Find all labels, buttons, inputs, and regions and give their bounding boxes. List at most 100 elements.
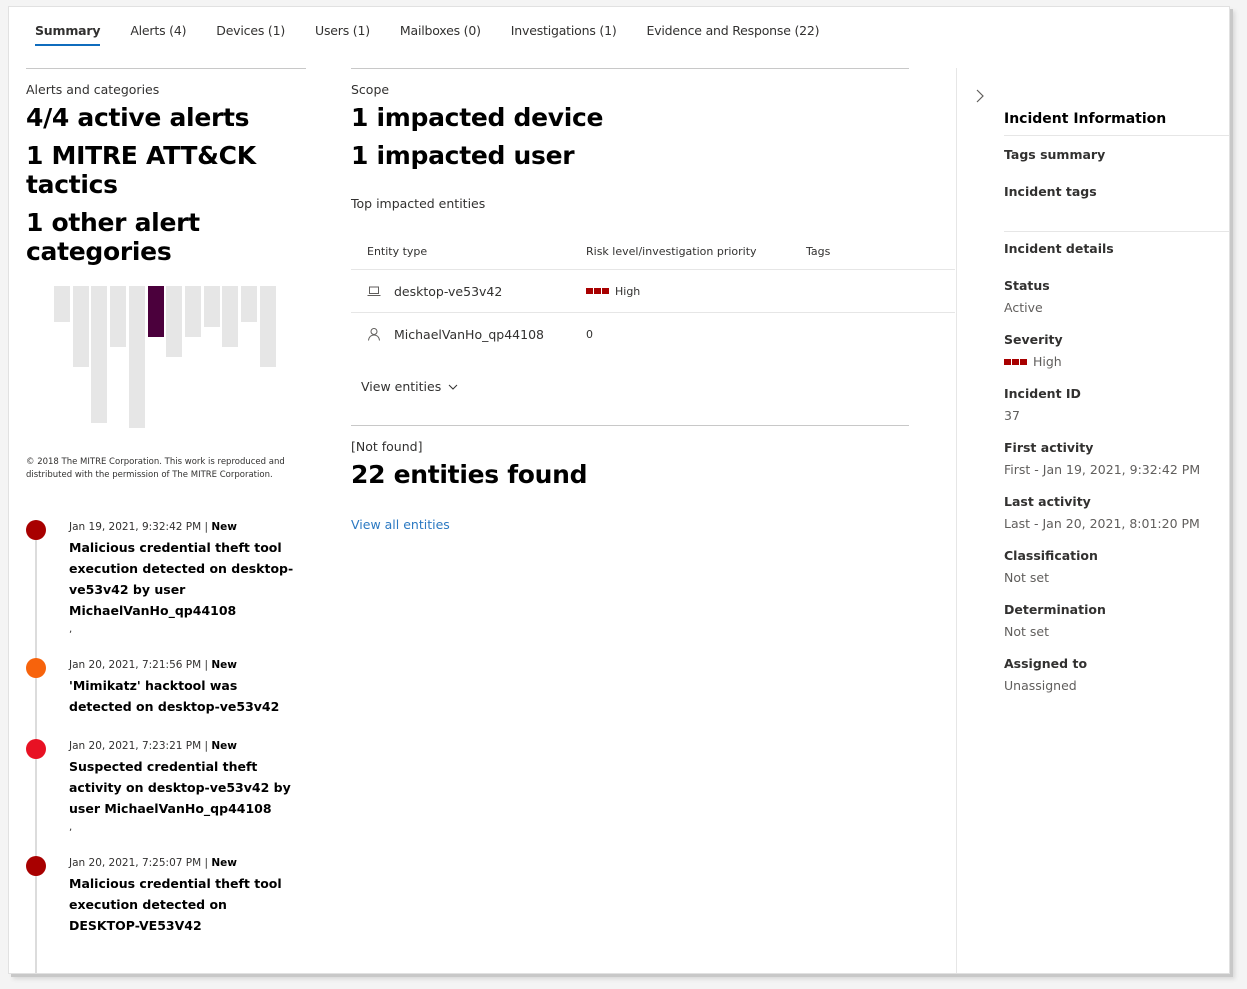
evidence-status: [Not found] bbox=[351, 439, 423, 454]
field-label: Severity bbox=[1004, 332, 1063, 347]
other-categories-count: 1 other alert categories bbox=[26, 208, 200, 266]
tab-investigations[interactable]: Investigations (1) bbox=[511, 15, 617, 50]
tab-alerts[interactable]: Alerts (4) bbox=[130, 15, 186, 50]
classification-value: Not set bbox=[1004, 570, 1049, 585]
incident-id-value: 37 bbox=[1004, 408, 1020, 423]
column-header-risk-level[interactable]: Risk level/investigation priority bbox=[586, 245, 806, 258]
timeline-alert[interactable]: Jan 20, 2021, 7:25:07 PM | New Malicious … bbox=[26, 856, 306, 936]
alert-severity-dot-icon bbox=[26, 856, 46, 876]
field-assigned-to: Assigned to Unassigned bbox=[1004, 656, 1229, 693]
alert-status: New bbox=[211, 857, 237, 869]
alert-title[interactable]: 'Mimikatz' hacktool was detected on desk… bbox=[69, 675, 299, 717]
timeline-alert[interactable]: Jan 20, 2021, 7:23:21 PM | New Suspected … bbox=[26, 739, 306, 834]
impacted-devices-count: 1 impacted device bbox=[351, 103, 604, 132]
alert-status: New bbox=[211, 740, 237, 752]
alert-severity-dot-icon bbox=[26, 658, 46, 678]
divider bbox=[351, 68, 909, 69]
mitre-tactic-bar-active[interactable] bbox=[147, 286, 164, 337]
entities-found-count: 22 entities found bbox=[351, 460, 588, 489]
divider bbox=[1004, 231, 1229, 232]
incident-tags-heading: Incident tags bbox=[1004, 184, 1097, 199]
field-label: Determination bbox=[1004, 602, 1106, 617]
mitre-tactic-bar[interactable] bbox=[54, 286, 70, 322]
tab-evidence-and-response[interactable]: Evidence and Response (22) bbox=[647, 15, 820, 50]
view-entities-button[interactable]: View entities bbox=[351, 379, 909, 394]
mitre-tactic-bar[interactable] bbox=[91, 286, 108, 423]
alerts-timeline: Jan 19, 2021, 9:32:42 PM | New Malicious … bbox=[26, 520, 306, 973]
alert-title[interactable]: Suspected credential theft activity on d… bbox=[69, 756, 299, 819]
field-label: Assigned to bbox=[1004, 656, 1088, 671]
alert-status: New bbox=[211, 521, 237, 533]
incident-page: Summary Alerts (4) Devices (1) Users (1)… bbox=[8, 6, 1230, 974]
mitre-tactic-bar[interactable] bbox=[184, 286, 201, 337]
last-activity-value: Last - Jan 20, 2021, 8:01:20 PM bbox=[1004, 516, 1200, 531]
mitre-tactic-bar[interactable] bbox=[241, 286, 257, 322]
first-activity-value: First - Jan 19, 2021, 9:32:42 PM bbox=[1004, 462, 1201, 477]
alert-time: Jan 20, 2021, 7:21:56 PM bbox=[69, 659, 202, 671]
severity-bars-icon bbox=[586, 288, 609, 294]
alert-trailing: , bbox=[69, 822, 73, 833]
entity-name[interactable]: desktop-ve53v42 bbox=[394, 284, 502, 299]
tab-devices[interactable]: Devices (1) bbox=[216, 15, 285, 50]
field-label: First activity bbox=[1004, 440, 1094, 455]
mitre-attack-matrix bbox=[26, 286, 306, 436]
alert-meta: Jan 20, 2021, 7:25:07 PM | New bbox=[69, 857, 237, 869]
mitre-tactic-bar[interactable] bbox=[259, 286, 276, 367]
entity-name[interactable]: MichaelVanHo_qp44108 bbox=[394, 327, 544, 342]
section-label: Scope bbox=[351, 82, 390, 97]
status-value: Active bbox=[1004, 300, 1043, 315]
determination-value: Not set bbox=[1004, 624, 1049, 639]
field-label: Incident ID bbox=[1004, 386, 1081, 401]
column-header-entity-type[interactable]: Entity type bbox=[351, 245, 586, 258]
risk-level: 0 bbox=[586, 327, 593, 341]
severity-bars-icon bbox=[1004, 358, 1027, 365]
divider bbox=[26, 68, 306, 69]
timeline-alert[interactable]: Jan 19, 2021, 9:32:42 PM | New Malicious … bbox=[26, 520, 306, 636]
mitre-tactic-bar[interactable] bbox=[203, 286, 220, 327]
mitre-tactic-bar[interactable] bbox=[166, 286, 183, 357]
timeline-alert[interactable]: Jan 20, 2021, 7:21:56 PM | New 'Mimikatz'… bbox=[26, 658, 306, 717]
alert-title[interactable]: Malicious credential theft tool executio… bbox=[69, 537, 299, 621]
table-row[interactable]: MichaelVanHo_qp44108 0 bbox=[351, 313, 955, 355]
incident-details-heading: Incident details bbox=[1004, 241, 1114, 256]
alert-trailing: , bbox=[69, 624, 73, 635]
mitre-copyright: © 2018 The MITRE Corporation. This work … bbox=[26, 457, 285, 480]
mitre-tactic-bar[interactable] bbox=[72, 286, 89, 367]
mitre-tactic-bar[interactable] bbox=[110, 286, 127, 347]
field-severity: Severity High bbox=[1004, 332, 1229, 369]
field-first-activity: First activity First - Jan 19, 2021, 9:3… bbox=[1004, 440, 1229, 477]
view-entities-label: View entities bbox=[361, 379, 442, 394]
entities-table: Entity type Risk level/investigation pri… bbox=[351, 233, 955, 355]
risk-level: High bbox=[615, 284, 641, 298]
tab-bar: Summary Alerts (4) Devices (1) Users (1)… bbox=[35, 15, 849, 50]
field-last-activity: Last activity Last - Jan 20, 2021, 8:01:… bbox=[1004, 494, 1229, 531]
laptop-icon bbox=[367, 286, 381, 296]
top-impacted-entities-label: Top impacted entities bbox=[351, 196, 486, 211]
alerts-and-categories-section: Alerts and categories 4/4 active alerts … bbox=[26, 68, 306, 973]
severity-value: High bbox=[1033, 354, 1062, 369]
field-label: Last activity bbox=[1004, 494, 1091, 509]
person-icon bbox=[368, 328, 380, 341]
column-header-tags[interactable]: Tags bbox=[806, 245, 955, 258]
impacted-users-count: 1 impacted user bbox=[351, 141, 575, 170]
field-determination: Determination Not set bbox=[1004, 602, 1229, 639]
alert-time: Jan 20, 2021, 7:25:07 PM bbox=[69, 857, 202, 869]
alert-meta: Jan 20, 2021, 7:21:56 PM | New bbox=[69, 659, 237, 671]
alert-severity-dot-icon bbox=[26, 520, 46, 540]
mitre-tactic-bar[interactable] bbox=[128, 286, 145, 428]
tags-summary-heading: Tags summary bbox=[1004, 147, 1106, 162]
view-all-entities-link[interactable]: View all entities bbox=[351, 517, 909, 532]
field-classification: Classification Not set bbox=[1004, 548, 1229, 585]
active-alerts-count: 4/4 active alerts bbox=[26, 103, 250, 132]
alert-title[interactable]: Malicious credential theft tool executio… bbox=[69, 873, 299, 936]
alert-severity-dot-icon bbox=[26, 739, 46, 759]
chevron-right-icon[interactable] bbox=[974, 87, 986, 105]
tab-mailboxes[interactable]: Mailboxes (0) bbox=[400, 15, 481, 50]
tab-summary[interactable]: Summary bbox=[35, 15, 101, 50]
panel-title: Incident Information bbox=[1004, 111, 1229, 136]
table-row[interactable]: desktop-ve53v42 High bbox=[351, 270, 955, 313]
tab-users[interactable]: Users (1) bbox=[315, 15, 370, 50]
incident-information-panel: Incident Information Tags summary Incide… bbox=[956, 68, 1229, 973]
mitre-tactic-bar[interactable] bbox=[222, 286, 239, 347]
alert-status: New bbox=[211, 659, 237, 671]
